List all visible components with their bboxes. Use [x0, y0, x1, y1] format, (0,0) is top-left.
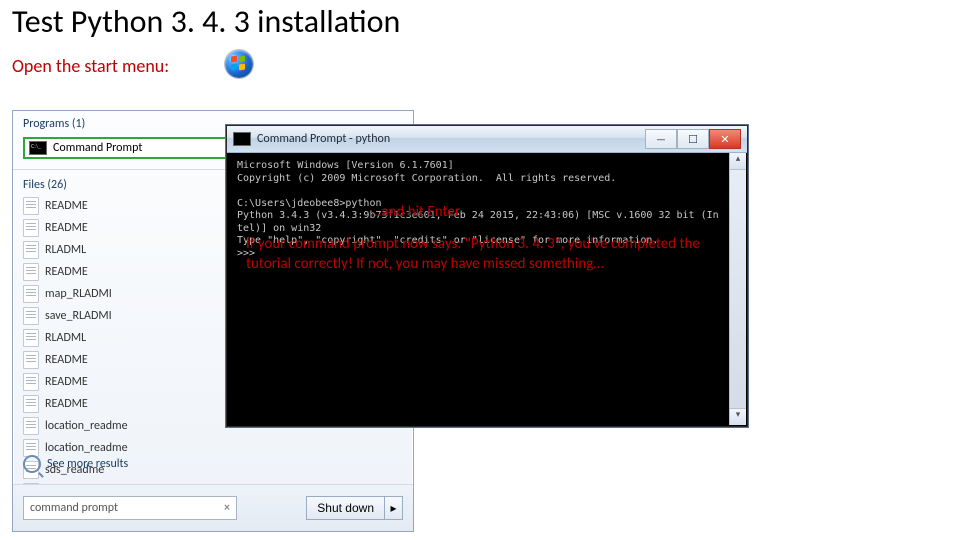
command-prompt-icon	[233, 132, 251, 146]
shutdown-more-button[interactable]: ▸	[385, 496, 403, 520]
file-icon	[23, 395, 39, 413]
file-icon	[23, 329, 39, 347]
terminal-output[interactable]: Microsoft Windows [Version 6.1.7601] Cop…	[231, 156, 729, 422]
clear-search-icon[interactable]: ×	[224, 501, 230, 515]
see-more-results[interactable]: See more results	[23, 455, 128, 473]
titlebar[interactable]: Command Prompt - python — ☐ ✕	[227, 126, 747, 153]
command-prompt-icon	[29, 141, 47, 155]
file-icon	[23, 351, 39, 369]
shutdown-button[interactable]: Shut down	[306, 496, 385, 520]
page-title: Test Python 3. 4. 3 installation	[12, 2, 400, 41]
and-hit-enter-label: ...and hit Enter	[370, 203, 460, 221]
file-icon	[23, 417, 39, 435]
file-icon	[23, 307, 39, 325]
scroll-up-icon[interactable]: ▴	[730, 153, 746, 170]
file-icon	[23, 373, 39, 391]
search-icon	[23, 455, 41, 473]
file-icon	[23, 197, 39, 215]
scrollbar[interactable]: ▴ ▾	[729, 153, 746, 425]
step1-text: Open the start menu:	[12, 55, 169, 77]
minimize-button[interactable]: —	[645, 129, 677, 149]
command-prompt-window: Command Prompt - python — ☐ ✕ Microsoft …	[226, 125, 748, 427]
result-text: If your command prompt now says: "Python…	[246, 235, 716, 274]
file-icon	[23, 285, 39, 303]
file-icon	[23, 263, 39, 281]
search-value: command prompt	[30, 501, 118, 515]
scroll-down-icon[interactable]: ▾	[730, 408, 746, 425]
program-item-label: Command Prompt	[53, 141, 142, 155]
file-icon	[23, 241, 39, 259]
window-title: Command Prompt - python	[257, 132, 390, 146]
windows-start-orb-icon[interactable]	[225, 50, 253, 78]
close-button[interactable]: ✕	[709, 129, 741, 149]
start-search-input[interactable]: command prompt ×	[23, 496, 237, 520]
file-icon	[23, 219, 39, 237]
maximize-button[interactable]: ☐	[677, 129, 709, 149]
